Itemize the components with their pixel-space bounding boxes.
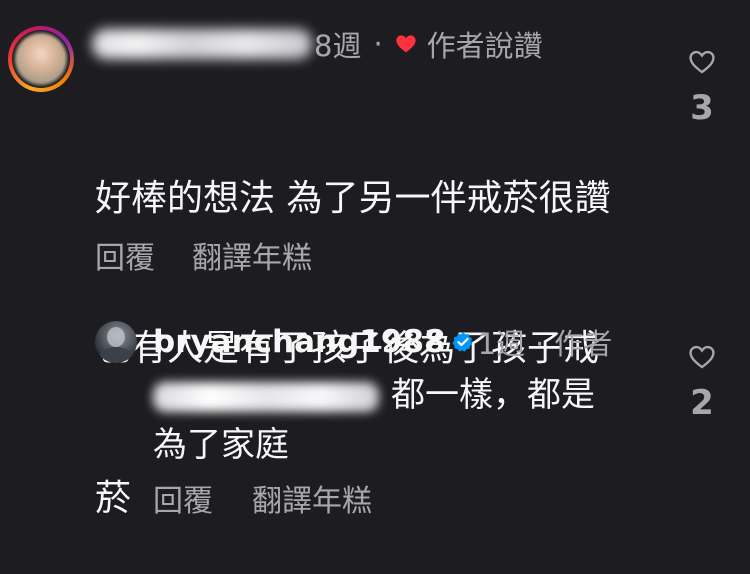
comment-meta: 8週 · 作者說讚 (92, 24, 543, 64)
verified-badge-icon (452, 332, 473, 352)
like-count: 2 (690, 383, 714, 423)
reply-body: 都一樣，都是 為了家庭 (153, 370, 653, 470)
comment-line: 好棒的想法 為了另一伴戒菸很讚 (95, 178, 611, 219)
author-liked-heart-icon (396, 35, 416, 53)
commenter-avatar-photo (15, 33, 67, 85)
reply-line: 都一樣，都是 (391, 375, 595, 415)
comment-like-control: 3 (675, 48, 729, 128)
reply-line: 為了家庭 (153, 425, 289, 465)
reply-button[interactable]: 回覆 (153, 476, 213, 520)
author-label: 作者 (554, 327, 613, 361)
reply-like-control: 2 (675, 343, 729, 423)
meta-separator: · (535, 327, 545, 361)
reply-meta: bryanchang1988 1週 · 作者 (153, 320, 612, 364)
meta-separator: · (373, 27, 383, 61)
liked-by-author-label: 作者說讚 (426, 29, 543, 63)
like-heart-icon[interactable] (688, 48, 716, 76)
commenter-username-redacted[interactable] (92, 29, 312, 59)
reply-timestamp: 1週 (477, 327, 526, 361)
translate-button[interactable]: 翻譯年糕 (192, 233, 312, 277)
like-heart-icon[interactable] (688, 343, 716, 371)
translate-button[interactable]: 翻譯年糕 (252, 476, 372, 520)
mention-redacted[interactable] (153, 381, 379, 412)
comment-timestamp: 8週 (314, 29, 362, 63)
commenter-avatar[interactable] (8, 26, 74, 92)
reply-button[interactable]: 回覆 (95, 233, 155, 277)
replier-avatar[interactable] (95, 321, 137, 363)
replier-username[interactable]: bryanchang1988 (153, 324, 446, 360)
like-count: 3 (690, 88, 714, 128)
